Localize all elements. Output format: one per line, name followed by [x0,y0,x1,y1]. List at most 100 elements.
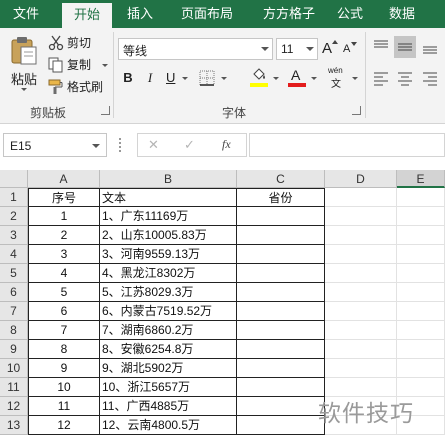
cell-a-row[interactable]: 7 [28,321,100,340]
cell-a-row[interactable]: 5 [28,283,100,302]
insert-function-icon[interactable]: fx [222,137,231,152]
cell-c-row[interactable] [237,340,325,359]
border-dropdown-icon[interactable] [221,77,227,80]
row-header[interactable]: 9 [0,340,28,359]
cell-b-row[interactable]: 10、浙江5657万 [100,378,237,397]
empty-cell[interactable] [397,245,445,264]
font-dialog-launcher[interactable] [352,106,361,115]
cancel-icon[interactable]: ✕ [148,137,159,153]
row-header[interactable]: 2 [0,207,28,226]
select-all-corner[interactable] [0,170,28,188]
row-header[interactable]: 1 [0,188,28,207]
cell-c-row[interactable] [237,321,325,340]
empty-cell[interactable] [397,207,445,226]
grow-font-button[interactable]: A [321,40,339,58]
row-header[interactable]: 7 [0,302,28,321]
cell-a-row[interactable]: 10 [28,378,100,397]
column-header-c[interactable]: C [237,170,325,188]
tab-formulas[interactable]: 公式 [330,0,370,28]
empty-cell[interactable] [325,340,397,359]
row-header[interactable]: 12 [0,397,28,416]
cell-b-row[interactable]: 9、湖北5902万 [100,359,237,378]
align-left-button[interactable] [370,68,392,90]
cell-a-row[interactable]: 6 [28,302,100,321]
row-header[interactable]: 11 [0,378,28,397]
tab-home[interactable]: 开始 [62,3,112,28]
cell-b-row[interactable]: 8、安徽6254.8万 [100,340,237,359]
empty-cell[interactable] [397,321,445,340]
empty-cell[interactable] [325,302,397,321]
bold-button[interactable]: B [118,68,138,88]
cell-a-row[interactable]: 8 [28,340,100,359]
cell-c-row[interactable] [237,226,325,245]
cell-a-row[interactable]: 12 [28,416,100,435]
row-header[interactable]: 10 [0,359,28,378]
format-painter-button[interactable]: 格式刷 [48,77,108,97]
tab-file[interactable]: 文件 [6,0,46,28]
font-name-combo[interactable]: 等线 [118,38,273,60]
empty-cell[interactable] [397,188,445,207]
font-color-button[interactable]: A [286,67,320,90]
align-middle-button[interactable] [394,36,416,58]
cell-c-row[interactable] [237,359,325,378]
underline-button[interactable]: U [162,68,190,88]
empty-cell[interactable] [397,359,445,378]
row-header[interactable]: 8 [0,321,28,340]
cell-b-row[interactable]: 11、广西4885万 [100,397,237,416]
font-size-combo[interactable]: 11 [276,38,318,60]
cell-b-row[interactable]: 6、内蒙古7519.52万 [100,302,237,321]
row-header[interactable]: 4 [0,245,28,264]
cut-button[interactable]: 剪切 [48,33,108,53]
copy-button[interactable]: 复制 [48,55,108,75]
cell-b-row[interactable]: 3、河南9559.13万 [100,245,237,264]
cell-c-row[interactable] [237,302,325,321]
empty-cell[interactable] [325,207,397,226]
cell-c-row[interactable] [237,283,325,302]
paste-dropdown-icon[interactable] [21,88,27,91]
cell-a-row[interactable]: 3 [28,245,100,264]
cell-c-row[interactable]: 省份 [237,188,325,207]
column-header-b[interactable]: B [100,170,237,188]
copy-dropdown-icon[interactable] [102,64,108,67]
tab-insert[interactable]: 插入 [118,0,162,28]
cell-c-row[interactable] [237,264,325,283]
cell-a-row[interactable]: 9 [28,359,100,378]
align-right-button[interactable] [419,68,441,90]
cell-b-row[interactable]: 12、云南4800.5万 [100,416,237,435]
row-header[interactable]: 6 [0,283,28,302]
name-box[interactable]: E15 [3,133,107,157]
empty-cell[interactable] [397,302,445,321]
empty-cell[interactable] [325,264,397,283]
cell-b-row[interactable]: 7、湖南6860.2万 [100,321,237,340]
phonetic-guide-button[interactable]: wén 文 [326,66,360,90]
tab-data[interactable]: 数据 [380,0,424,28]
cell-b-row[interactable]: 文本 [100,188,237,207]
empty-cell[interactable] [325,188,397,207]
underline-dropdown-icon[interactable] [182,77,188,80]
empty-cell[interactable] [325,359,397,378]
cell-c-row[interactable] [237,416,325,435]
row-header[interactable]: 3 [0,226,28,245]
cell-b-row[interactable]: 4、黑龙江8302万 [100,264,237,283]
clipboard-dialog-launcher[interactable] [101,106,110,115]
cell-c-row[interactable] [237,378,325,397]
empty-cell[interactable] [325,245,397,264]
phonetic-dropdown-icon[interactable] [352,77,358,80]
cell-c-row[interactable] [237,397,325,416]
tab-fangfang-gezi[interactable]: 方方格子 [254,0,324,28]
fill-color-dropdown-icon[interactable] [273,77,279,80]
cell-b-row[interactable]: 2、山东10005.83万 [100,226,237,245]
font-color-dropdown-icon[interactable] [311,77,317,80]
cell-a-row[interactable]: 2 [28,226,100,245]
fill-color-button[interactable] [248,68,282,90]
column-header-d[interactable]: D [325,170,397,188]
align-bottom-button[interactable] [419,36,441,58]
formula-input[interactable] [249,133,445,157]
cell-c-row[interactable] [237,245,325,264]
row-header[interactable]: 5 [0,264,28,283]
empty-cell[interactable] [397,340,445,359]
formula-bar-grip-icon[interactable] [119,138,122,152]
empty-cell[interactable] [397,283,445,302]
column-header-e[interactable]: E [397,170,445,188]
tab-page-layout[interactable]: 页面布局 [172,0,242,28]
